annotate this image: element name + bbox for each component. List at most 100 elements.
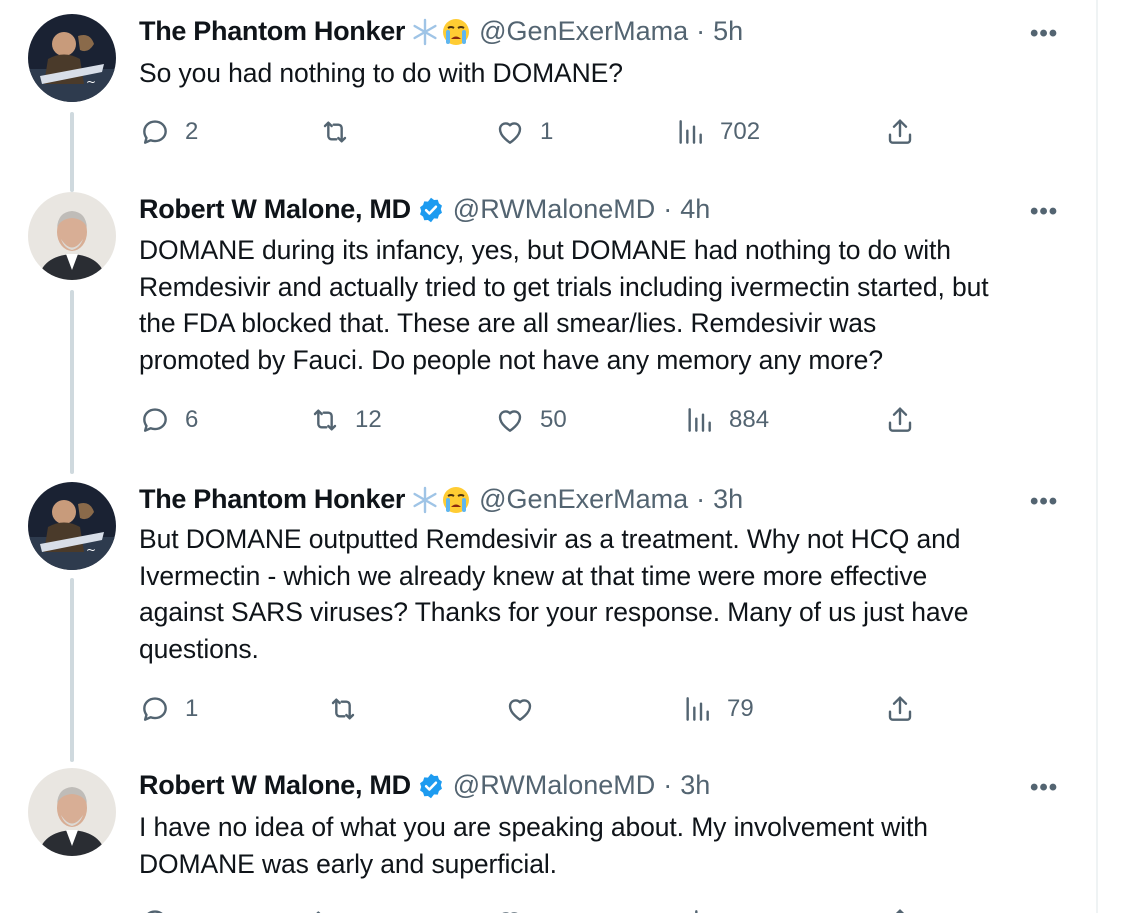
tweet-actions: 2 1 702 xyxy=(139,116,939,150)
timestamp[interactable]: 5h xyxy=(713,16,743,47)
svg-text:~: ~ xyxy=(86,543,96,557)
share-icon xyxy=(888,119,912,144)
tweet-text-line: Remdesivir and actually tried to get tri… xyxy=(139,271,989,302)
share-icon xyxy=(888,696,912,721)
retweet-count: 12 xyxy=(355,406,382,433)
timestamp[interactable]: 3h xyxy=(680,770,710,801)
more-options-icon[interactable]: ••• xyxy=(1030,198,1058,226)
svg-text:~: ~ xyxy=(86,75,96,89)
verified-badge-icon xyxy=(417,772,445,800)
snowflake-emoji xyxy=(411,18,439,46)
share-icon xyxy=(888,407,912,432)
tweet-text: DOMANE during its infancy, yes, but DOMA… xyxy=(139,232,1079,378)
views-button[interactable]: 884 xyxy=(683,404,769,436)
display-name[interactable]: Robert W Malone, MD xyxy=(139,194,411,225)
separator-dot: · xyxy=(663,194,673,224)
views-icon xyxy=(688,408,711,432)
retweet-icon xyxy=(316,911,321,913)
tweet-header: Robert W Malone, MD @RWMaloneMD · 4h xyxy=(139,194,710,225)
retweet-button[interactable] xyxy=(327,693,373,725)
tweet-text-line: I have no idea of what you are speaking … xyxy=(139,812,928,842)
tweet-text-line: Ivermectin - which we already knew at th… xyxy=(139,560,928,591)
timestamp[interactable]: 3h xyxy=(713,484,743,515)
reply-icon xyxy=(147,910,163,913)
view-count: 702 xyxy=(720,118,761,145)
like-button[interactable]: 1 xyxy=(494,116,553,148)
share-button[interactable] xyxy=(884,116,916,148)
tweet[interactable]: ~ The Phantom Honker @GenExerMama · 3h •… xyxy=(0,470,1096,760)
display-name[interactable]: The Phantom Honker xyxy=(139,484,405,515)
user-handle[interactable]: @RWMaloneMD xyxy=(453,770,655,801)
timestamp[interactable]: 4h xyxy=(680,194,710,225)
like-count: 1 xyxy=(540,118,554,145)
share-icon xyxy=(895,909,905,913)
avatar[interactable] xyxy=(28,192,116,280)
views-button[interactable]: 79 xyxy=(681,693,754,725)
tweet-text: I have no idea of what you are speaking … xyxy=(139,809,1079,882)
tweet-text-line: DOMANE was early and superficial. xyxy=(139,848,557,879)
separator-dot: · xyxy=(696,16,706,46)
separator-dot: · xyxy=(663,770,673,800)
tweet-text-line: questions. xyxy=(139,633,259,664)
like-button[interactable] xyxy=(504,693,550,725)
display-name[interactable]: The Phantom Honker xyxy=(139,16,405,47)
like-button[interactable]: 50 xyxy=(494,404,567,436)
user-handle[interactable]: @GenExerMama xyxy=(479,16,688,47)
tweet-text-line: promoted by Fauci. Do people not have an… xyxy=(139,344,883,375)
crying-face-emoji xyxy=(441,485,471,515)
reply-icon xyxy=(143,120,167,144)
tweet-actions: 6 12 50 884 xyxy=(139,404,939,438)
heart-icon xyxy=(498,122,522,144)
tweet[interactable]: Robert W Malone, MD @RWMaloneMD · 4h •••… xyxy=(0,180,1096,470)
share-button[interactable] xyxy=(884,404,916,436)
reply-button[interactable]: 2 xyxy=(139,116,198,148)
user-handle[interactable]: @RWMaloneMD xyxy=(453,194,655,225)
tweet-text-line: DOMANE during its infancy, yes, but DOMA… xyxy=(139,235,951,265)
more-options-icon[interactable]: ••• xyxy=(1030,488,1058,516)
tweet-text: So you had nothing to do with DOMANE? xyxy=(139,55,1079,92)
tweet[interactable]: Robert W Malone, MD @RWMaloneMD · 3h •••… xyxy=(0,760,1096,913)
reply-button[interactable]: 6 xyxy=(139,404,198,436)
more-options-icon[interactable]: ••• xyxy=(1030,20,1058,48)
tweet-header: The Phantom Honker @GenExerMama · 3h xyxy=(139,484,743,515)
retweet-button[interactable]: 12 xyxy=(309,404,382,436)
avatar[interactable]: ~ xyxy=(28,482,116,570)
tweet-text-line: So you had nothing to do with DOMANE? xyxy=(139,58,623,88)
reply-button[interactable]: 1 xyxy=(139,693,198,725)
views-button[interactable] xyxy=(683,906,715,913)
reply-icon xyxy=(143,408,167,432)
views-icon xyxy=(679,120,702,144)
heart-icon xyxy=(498,410,522,432)
tweet-actions xyxy=(139,906,939,913)
tweet-actions: 1 79 xyxy=(139,693,939,727)
view-count: 79 xyxy=(727,695,754,722)
display-name[interactable]: Robert W Malone, MD xyxy=(139,770,411,801)
retweet-button[interactable] xyxy=(319,116,365,148)
reply-count: 6 xyxy=(185,406,199,433)
user-handle[interactable]: @GenExerMama xyxy=(479,484,688,515)
heart-icon xyxy=(502,912,518,913)
share-button[interactable] xyxy=(884,906,916,913)
more-options-icon[interactable]: ••• xyxy=(1030,774,1058,802)
avatar[interactable] xyxy=(28,768,116,856)
reply-count: 1 xyxy=(185,695,199,722)
retweet-icon xyxy=(331,698,355,720)
reply-count: 2 xyxy=(185,118,199,145)
share-button[interactable] xyxy=(884,693,916,725)
separator-dot: · xyxy=(696,484,706,514)
views-icon xyxy=(686,697,709,721)
reply-button[interactable] xyxy=(139,906,171,913)
retweet-button[interactable] xyxy=(309,906,341,913)
view-count: 884 xyxy=(729,406,770,433)
verified-badge-icon xyxy=(417,196,445,224)
heart-icon xyxy=(508,699,532,721)
like-button[interactable] xyxy=(494,906,526,913)
tweet[interactable]: ~ The Phantom Honker @GenExerMama · 5h •… xyxy=(0,0,1096,180)
tweet-header: Robert W Malone, MD @RWMaloneMD · 3h xyxy=(139,770,710,801)
avatar[interactable]: ~ xyxy=(28,14,116,102)
retweet-icon xyxy=(313,409,337,431)
tweet-text-line: the FDA blocked that. These are all smea… xyxy=(139,308,877,338)
timeline-border xyxy=(1096,0,1098,913)
like-count: 50 xyxy=(540,406,567,433)
views-button[interactable]: 702 xyxy=(674,116,760,148)
